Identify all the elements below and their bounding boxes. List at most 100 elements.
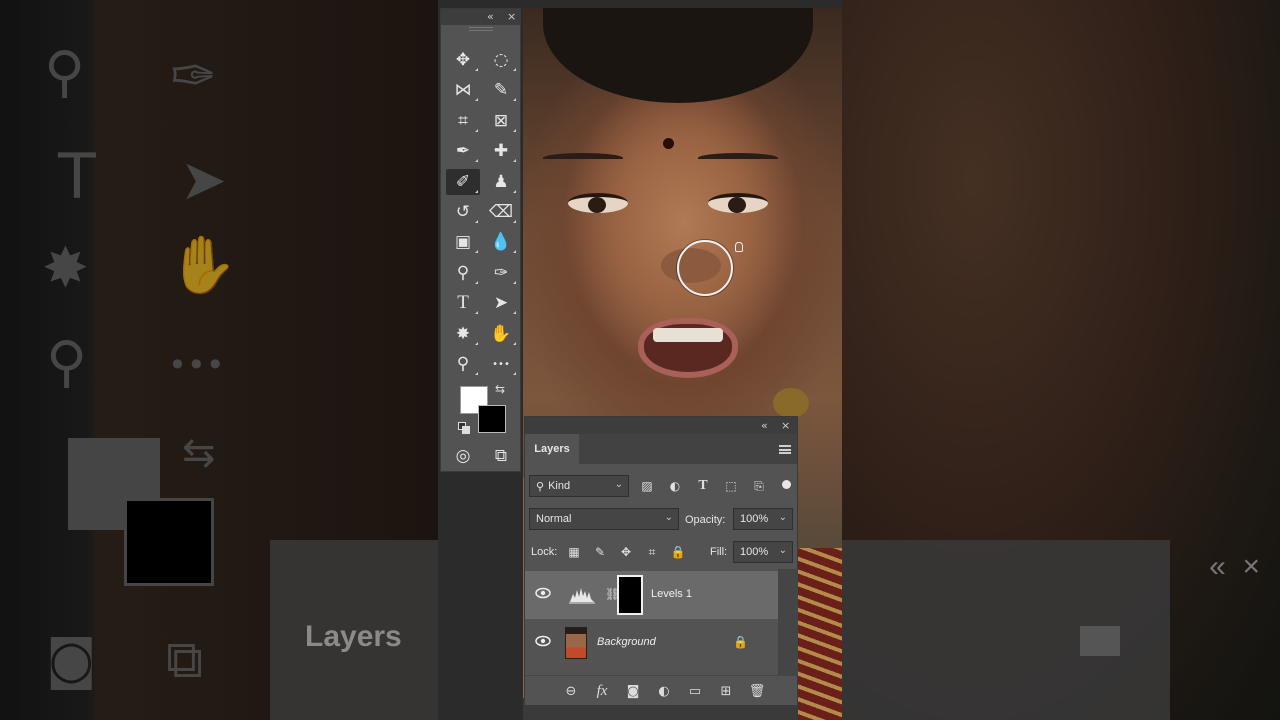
brush-tool[interactable]: ✐	[446, 168, 480, 195]
brush-tip-icon	[735, 242, 743, 252]
move-tool[interactable]: ✥	[446, 47, 480, 73]
hand-icon: ✋	[490, 323, 512, 344]
lock-position-icon[interactable]: ✥	[617, 543, 635, 561]
drop-icon: 💧	[490, 232, 512, 253]
link-layers-icon[interactable]: ⊖	[561, 681, 581, 701]
photo-earring	[773, 388, 809, 418]
lock-all-icon[interactable]: 🔒	[669, 543, 687, 561]
quick-select-tool[interactable]: ✎	[484, 77, 518, 103]
new-group-icon[interactable]: ▭	[685, 681, 705, 701]
screen: ⚲ ✑ T ➤ ✸ ✋ ⚲ ••• ⇆ ◙ ⧉ Layers « × « × ✥…	[0, 0, 1280, 720]
fx-icon[interactable]: fx	[592, 681, 612, 701]
photo-bindi	[663, 138, 674, 149]
filter-pixel-icon[interactable]: ▨	[638, 477, 656, 495]
frame-tool[interactable]: ⊠	[484, 108, 518, 134]
hand-tool[interactable]: ✋	[484, 321, 518, 347]
healing-brush-tool[interactable]: ✚	[484, 138, 518, 164]
dodge-tool[interactable]: ⚲	[446, 260, 480, 286]
type-tool[interactable]: T	[446, 290, 480, 316]
layer-name[interactable]: Background	[597, 636, 656, 648]
lock-artboard-icon[interactable]: ⌗	[643, 543, 661, 561]
close-icon[interactable]: ×	[781, 419, 790, 432]
filter-adjustment-icon[interactable]: ◐	[666, 477, 684, 495]
layer-row-levels[interactable]: ⛓ Levels 1	[525, 571, 778, 619]
close-icon[interactable]: ×	[507, 10, 516, 23]
collapse-icon[interactable]: «	[487, 10, 494, 23]
layer-mask-thumbnail[interactable]	[617, 575, 643, 615]
filter-toggle-dot	[781, 479, 791, 489]
lasso-tool[interactable]: ⋈	[446, 77, 480, 103]
panel-menu-icon[interactable]	[779, 445, 791, 454]
add-mask-icon[interactable]: ◙	[623, 681, 643, 701]
brush-cursor	[677, 240, 733, 296]
marquee-tool[interactable]: ◌	[484, 47, 518, 73]
layer-thumbnail	[565, 627, 587, 659]
eyedropper-icon: ✒	[455, 141, 471, 162]
lock-label: Lock:	[531, 546, 558, 558]
chevron-down-icon: ⌄	[664, 512, 673, 523]
polygonal-lasso-icon: ⋈	[454, 80, 472, 101]
elliptical-marquee-icon: ◌	[493, 50, 509, 70]
default-colors-icon[interactable]	[458, 422, 470, 434]
collapse-icon[interactable]: «	[761, 419, 768, 432]
opacity-field[interactable]: 100% ⌄	[733, 508, 793, 530]
tools-panel-header[interactable]: « ×	[441, 9, 520, 25]
eraser-tool[interactable]: ⌫	[484, 199, 518, 225]
fill-field[interactable]: 100% ⌄	[733, 541, 793, 563]
levels-adjustment-icon	[569, 586, 595, 604]
blend-mode-dropdown[interactable]: Normal ⌄	[529, 508, 679, 530]
delete-layer-icon[interactable]: 🗑	[747, 681, 767, 701]
fill-value: 100%	[740, 546, 769, 558]
chevron-down-icon: ⌄	[778, 545, 787, 556]
path-select-tool[interactable]: ➤	[484, 290, 518, 316]
tools-grip[interactable]	[469, 27, 493, 31]
bandage-icon: ✚	[493, 141, 509, 162]
clone-stamp-tool[interactable]: ♟	[484, 169, 518, 195]
layer-name[interactable]: Levels 1	[651, 588, 692, 600]
new-adjustment-icon[interactable]: ◐	[654, 681, 674, 701]
opacity-value: 100%	[740, 513, 769, 525]
blur-tool[interactable]: 💧	[484, 229, 518, 255]
layer-row-background[interactable]: Background 🔒	[525, 619, 778, 667]
visibility-eye-icon[interactable]	[535, 587, 551, 599]
lock-icon[interactable]: 🔒	[733, 635, 748, 649]
pen-tool[interactable]: ✑	[484, 260, 518, 286]
lock-pixels-icon[interactable]: ✎	[591, 543, 609, 561]
filter-type-icon[interactable]: T	[694, 477, 712, 495]
background-color-swatch[interactable]	[478, 405, 506, 433]
crop-tool[interactable]: ⌗	[446, 108, 480, 134]
layers-panel-footer: ⊖ fx ◙ ◐ ▭ ⊞ 🗑	[525, 675, 797, 705]
visibility-eye-icon[interactable]	[535, 635, 551, 647]
quick-mask-icon[interactable]: ◎	[446, 443, 480, 469]
history-brush-tool[interactable]: ↺	[446, 199, 480, 225]
layers-panel-header[interactable]: « ×	[525, 417, 797, 434]
history-brush-icon: ↺	[455, 202, 471, 222]
shape-tool[interactable]: ✸	[446, 321, 480, 347]
tab-layers[interactable]: Layers	[525, 434, 579, 464]
lock-transparent-icon[interactable]: ▦	[565, 543, 583, 561]
filter-kind-dropdown[interactable]: ⚲ Kind ⌄	[529, 475, 629, 497]
crop-icon: ⌗	[458, 110, 468, 131]
filter-shape-icon[interactable]: ⬚	[722, 477, 740, 495]
gradient-icon: ▣	[454, 232, 472, 253]
photoshop-window: « × ✥ ◌ ⋈ ✎ ⌗ ⊠ ✒ ✚ ✐ ♟ ↺ ⌫ ▣ 💧 ⚲ ✑ T ➤ ✸ ✋ ⚲ ••• ⇆ ◎ ⧉ « × L…	[438, 0, 842, 720]
dodge-icon: ⚲	[456, 262, 470, 283]
filter-toggle-icon[interactable]	[780, 475, 792, 493]
blurred-panel-controls: « ×	[1209, 550, 1260, 584]
screen-mode-icon[interactable]: ⧉	[484, 443, 518, 469]
layers-scrollbar[interactable]	[778, 569, 798, 675]
filter-smart-object-icon[interactable]: ⎘	[750, 477, 768, 495]
photo-hair	[543, 8, 813, 103]
swap-colors-icon[interactable]: ⇆	[495, 382, 505, 396]
layers-tab-bar: Layers	[525, 434, 797, 464]
photo-teeth	[653, 328, 723, 342]
more-tools[interactable]: •••	[484, 351, 518, 377]
zoom-tool[interactable]: ⚲	[446, 351, 480, 377]
gradient-tool[interactable]: ▣	[446, 229, 480, 255]
move-icon: ✥	[455, 50, 471, 70]
eyedropper-tool[interactable]: ✒	[446, 138, 480, 164]
photo-right-brow	[698, 153, 778, 163]
fill-label: Fill:	[710, 546, 728, 558]
filter-kind-value: Kind	[548, 480, 571, 492]
new-layer-icon[interactable]: ⊞	[716, 681, 736, 701]
